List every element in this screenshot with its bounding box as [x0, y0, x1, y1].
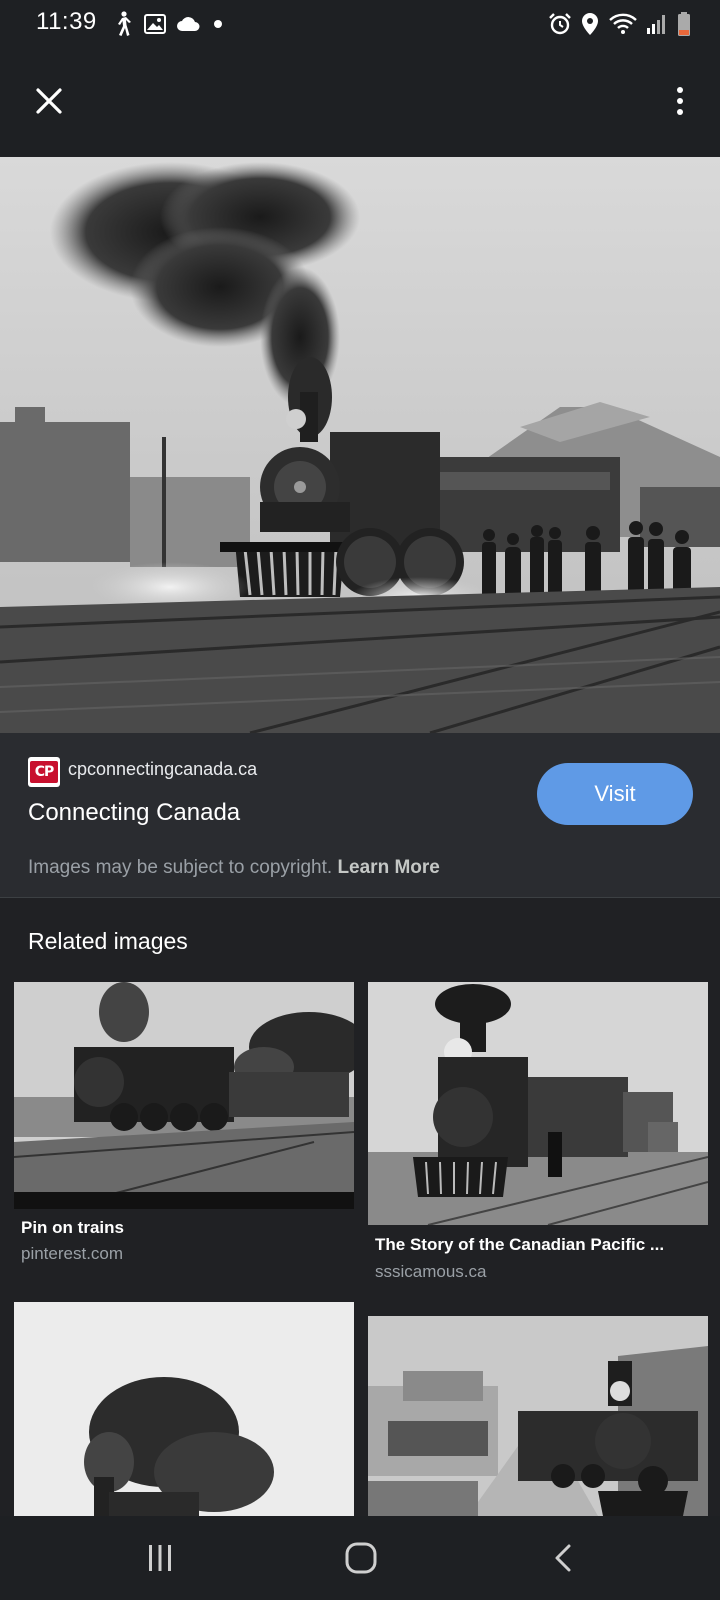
back-button[interactable] — [533, 1530, 593, 1586]
battery-icon — [676, 11, 692, 37]
status-icons-right — [548, 10, 692, 38]
related-image-card[interactable] — [14, 1302, 354, 1516]
cloud-icon — [176, 16, 200, 32]
wifi-icon — [608, 12, 638, 36]
home-icon — [345, 1542, 377, 1574]
back-icon — [555, 1544, 571, 1572]
related-image-card[interactable]: Pin on trains pinterest.com — [14, 982, 354, 1263]
signal-icon — [646, 13, 668, 35]
walking-icon — [112, 11, 134, 37]
home-button[interactable] — [331, 1530, 391, 1586]
related-image-title[interactable]: The Story of the Canadian Pacific ... — [375, 1235, 701, 1255]
section-divider — [0, 897, 720, 898]
alarm-icon — [548, 12, 572, 36]
related-image-card[interactable]: The Story of the Canadian Pacific ... ss… — [368, 982, 708, 1282]
dot-icon — [210, 16, 226, 32]
recent-apps-icon — [149, 1545, 171, 1571]
related-images-heading: Related images — [28, 928, 188, 954]
source-panel: CP cpconnectingcanada.ca Connecting Cana… — [0, 733, 720, 897]
recent-apps-button[interactable] — [130, 1530, 190, 1586]
close-icon — [36, 88, 62, 114]
related-image-domain: sssicamous.ca — [375, 1262, 487, 1281]
related-image-thumbnail[interactable] — [14, 1302, 354, 1516]
top-toolbar — [0, 48, 720, 156]
related-image-thumbnail[interactable] — [14, 982, 354, 1209]
source-domain[interactable]: cpconnectingcanada.ca — [68, 759, 257, 780]
related-image-card[interactable] — [368, 1316, 708, 1516]
image-icon — [144, 14, 166, 34]
related-image-domain: pinterest.com — [21, 1244, 124, 1263]
more-options-button[interactable] — [660, 78, 700, 124]
close-button[interactable] — [26, 78, 72, 124]
location-icon — [580, 12, 600, 36]
cp-logo: CP — [30, 761, 58, 783]
learn-more-link[interactable]: Learn More — [337, 857, 439, 878]
status-bar: 11:39 — [0, 0, 720, 48]
related-image-title[interactable]: Pin on trains — [21, 1218, 347, 1238]
source-logo: CP — [28, 757, 60, 787]
source-title[interactable]: Connecting Canada — [28, 799, 240, 827]
copyright-notice: Images may be subject to copyright. Lear… — [28, 857, 440, 879]
main-image[interactable] — [0, 157, 720, 733]
status-icons-left — [112, 10, 226, 38]
system-nav-bar — [0, 1516, 720, 1600]
related-image-thumbnail[interactable] — [368, 1316, 708, 1516]
copyright-text: Images may be subject to copyright. — [28, 857, 333, 878]
related-image-thumbnail[interactable] — [368, 982, 708, 1225]
visit-button[interactable]: Visit — [537, 763, 693, 825]
more-vert-icon — [677, 87, 683, 115]
status-time: 11:39 — [36, 8, 97, 35]
